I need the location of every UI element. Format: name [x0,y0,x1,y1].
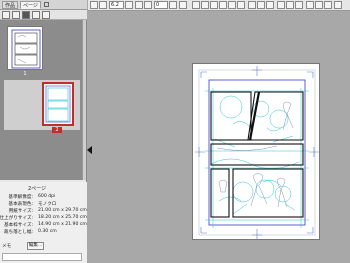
reset-rotate-button[interactable] [179,1,187,9]
zoom-field[interactable]: 6.2 [109,1,124,9]
view-spread-button[interactable] [32,11,40,19]
zoom-dropdown-icon[interactable] [125,1,133,9]
info-row-frame-size: 基本枠サイズ: 14.90 cm x 21.90 cm [4,222,87,228]
info-row-resolution: 基準解像度: 600 dpi [8,194,56,200]
help-button[interactable] [334,1,342,9]
angle-dropdown-icon[interactable] [169,1,177,9]
page-panel: 作品 ページ 1 2 2ページ 基準解像度: 600 dpi 基本表現色: モノ… [0,0,87,263]
memo-label: メモ [2,244,12,249]
info-row-paper-size: 用紙サイズ: 21.00 cm x 29.70 cm [8,208,87,214]
edit-button[interactable]: 編集... [27,242,44,250]
preview-button[interactable] [295,1,303,9]
ruler-button[interactable] [219,1,227,9]
page-thumbnail-2[interactable] [42,82,74,126]
view-single-button[interactable] [22,11,30,19]
layer-button[interactable] [277,1,285,9]
color-button[interactable] [286,1,294,9]
panel-tabbar: 作品 ページ [0,0,87,10]
thumbnail-scrollbar[interactable] [82,20,86,180]
zoom-in-button[interactable] [99,1,107,9]
thumbnail-list[interactable]: 1 2 [0,20,84,180]
tab-works[interactable]: 作品 [2,1,19,9]
panel-toolbar [0,10,87,20]
settings-button[interactable] [324,1,332,9]
zoom-tool-button[interactable] [266,1,274,9]
thumb-size-small-button[interactable] [2,11,10,19]
trim-guide [198,69,316,236]
thumb-size-large-button[interactable] [12,11,20,19]
flip-vertical-button[interactable] [201,1,209,9]
page-info-title: 2ページ [28,186,47,192]
angle-field[interactable]: 0 [154,1,168,9]
zoom-out-button[interactable] [90,1,98,9]
grid-button[interactable] [210,1,218,9]
info-row-bleed: 裁ち落とし幅: 0.30 cm [3,229,57,235]
page-thumbnail-2-label: 2 [52,127,62,133]
view-toolbar: 6.2 0 [88,0,350,11]
snap-button[interactable] [248,1,256,9]
export-button[interactable] [315,1,323,9]
panel-guides [205,88,309,228]
page-thumbnail-1-preview [11,29,41,69]
tab-pages[interactable]: ページ [20,1,41,9]
memo-field[interactable] [2,253,82,261]
page-menu-button[interactable] [42,11,50,19]
page-thumbnail-1[interactable] [7,26,43,70]
tab-close-icon[interactable] [44,2,49,7]
manga-page[interactable] [192,63,320,240]
rotate-left-button[interactable] [135,1,143,9]
frame-guide-button[interactable] [237,1,245,9]
print-button[interactable] [306,1,314,9]
info-row-color: 基本表現色: モノクロ [8,202,57,207]
page-thumbnail-1-label: 1 [23,71,27,77]
hand-tool-button[interactable] [257,1,265,9]
rotate-right-button[interactable] [144,1,152,9]
guide-button[interactable] [228,1,236,9]
flip-horizontal-button[interactable] [192,1,200,9]
page-thumbnail-2-preview [45,85,71,123]
info-row-finish-size: 仕上がりサイズ: 18.20 cm x 25.70 cm [0,215,87,221]
manga-page-art [195,66,319,239]
